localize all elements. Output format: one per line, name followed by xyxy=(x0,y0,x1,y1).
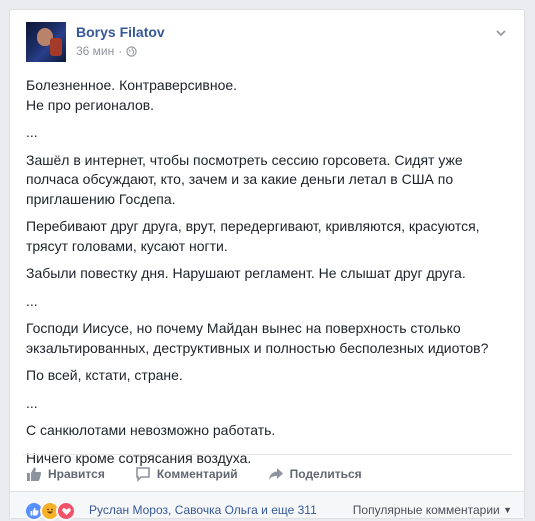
post-paragraph: Забыли повестку дня. Нарушают регламент.… xyxy=(26,265,466,281)
avatar-mic xyxy=(50,38,62,56)
author-avatar[interactable] xyxy=(26,22,66,62)
post-paragraph: По всей, кстати, стране. xyxy=(26,367,183,383)
post-meta: 36 мин · xyxy=(76,44,137,58)
post-paragraph: ... xyxy=(26,394,38,411)
post-card: Borys Filatov 36 мин · Болезненное. Конт… xyxy=(9,9,525,521)
comment-button[interactable]: Комментарий xyxy=(135,466,238,482)
sort-label: Популярные комментарии xyxy=(352,503,500,517)
love-icon xyxy=(56,501,76,521)
like-button[interactable]: Нравится xyxy=(26,466,105,482)
thumbs-up-icon xyxy=(27,467,42,481)
post-time[interactable]: 36 мин xyxy=(76,44,114,58)
chevron-down-icon[interactable] xyxy=(494,26,508,40)
post-paragraph: Перебивают друг друга, врут, передергива… xyxy=(26,218,480,254)
post-footer: Руслан Мороз, Савочка Ольга и еще 311 По… xyxy=(10,491,524,521)
post-paragraph: Болезненное. Контраверсивное. Не про рег… xyxy=(26,77,238,113)
share-arrow-icon xyxy=(268,468,283,480)
post-paragraph: ... xyxy=(26,124,38,140)
like-label: Нравится xyxy=(48,467,105,481)
share-label: Поделиться xyxy=(289,467,362,481)
post-paragraph: ... xyxy=(26,292,38,309)
post-paragraph: Господи Иисусе, но почему Майдан вынес н… xyxy=(26,320,489,356)
caret-down-icon: ▼ xyxy=(503,505,512,515)
post-header: Borys Filatov 36 мин · xyxy=(26,22,508,66)
comment-sort-dropdown[interactable]: Популярные комментарии ▼ xyxy=(353,503,512,517)
post-paragraph: С санкюлотами невозможно работать. xyxy=(26,422,276,438)
post-text: Болезненное. Контраверсивное. Не про рег… xyxy=(26,76,510,476)
author-name[interactable]: Borys Filatov xyxy=(76,24,165,40)
reactors-summary[interactable]: Руслан Мороз, Савочка Ольга и еще 311 xyxy=(89,503,317,517)
share-button[interactable]: Поделиться xyxy=(268,466,362,482)
comment-icon xyxy=(136,467,150,482)
actions-divider xyxy=(22,454,512,455)
comment-label: Комментарий xyxy=(156,467,238,481)
globe-icon xyxy=(126,45,137,57)
meta-separator: · xyxy=(118,44,123,58)
reaction-icons[interactable] xyxy=(24,501,76,521)
action-bar: Нравится Комментарий Поделиться xyxy=(26,462,508,486)
post-paragraph: Зашёл в интернет, чтобы посмотреть сесси… xyxy=(26,151,463,207)
